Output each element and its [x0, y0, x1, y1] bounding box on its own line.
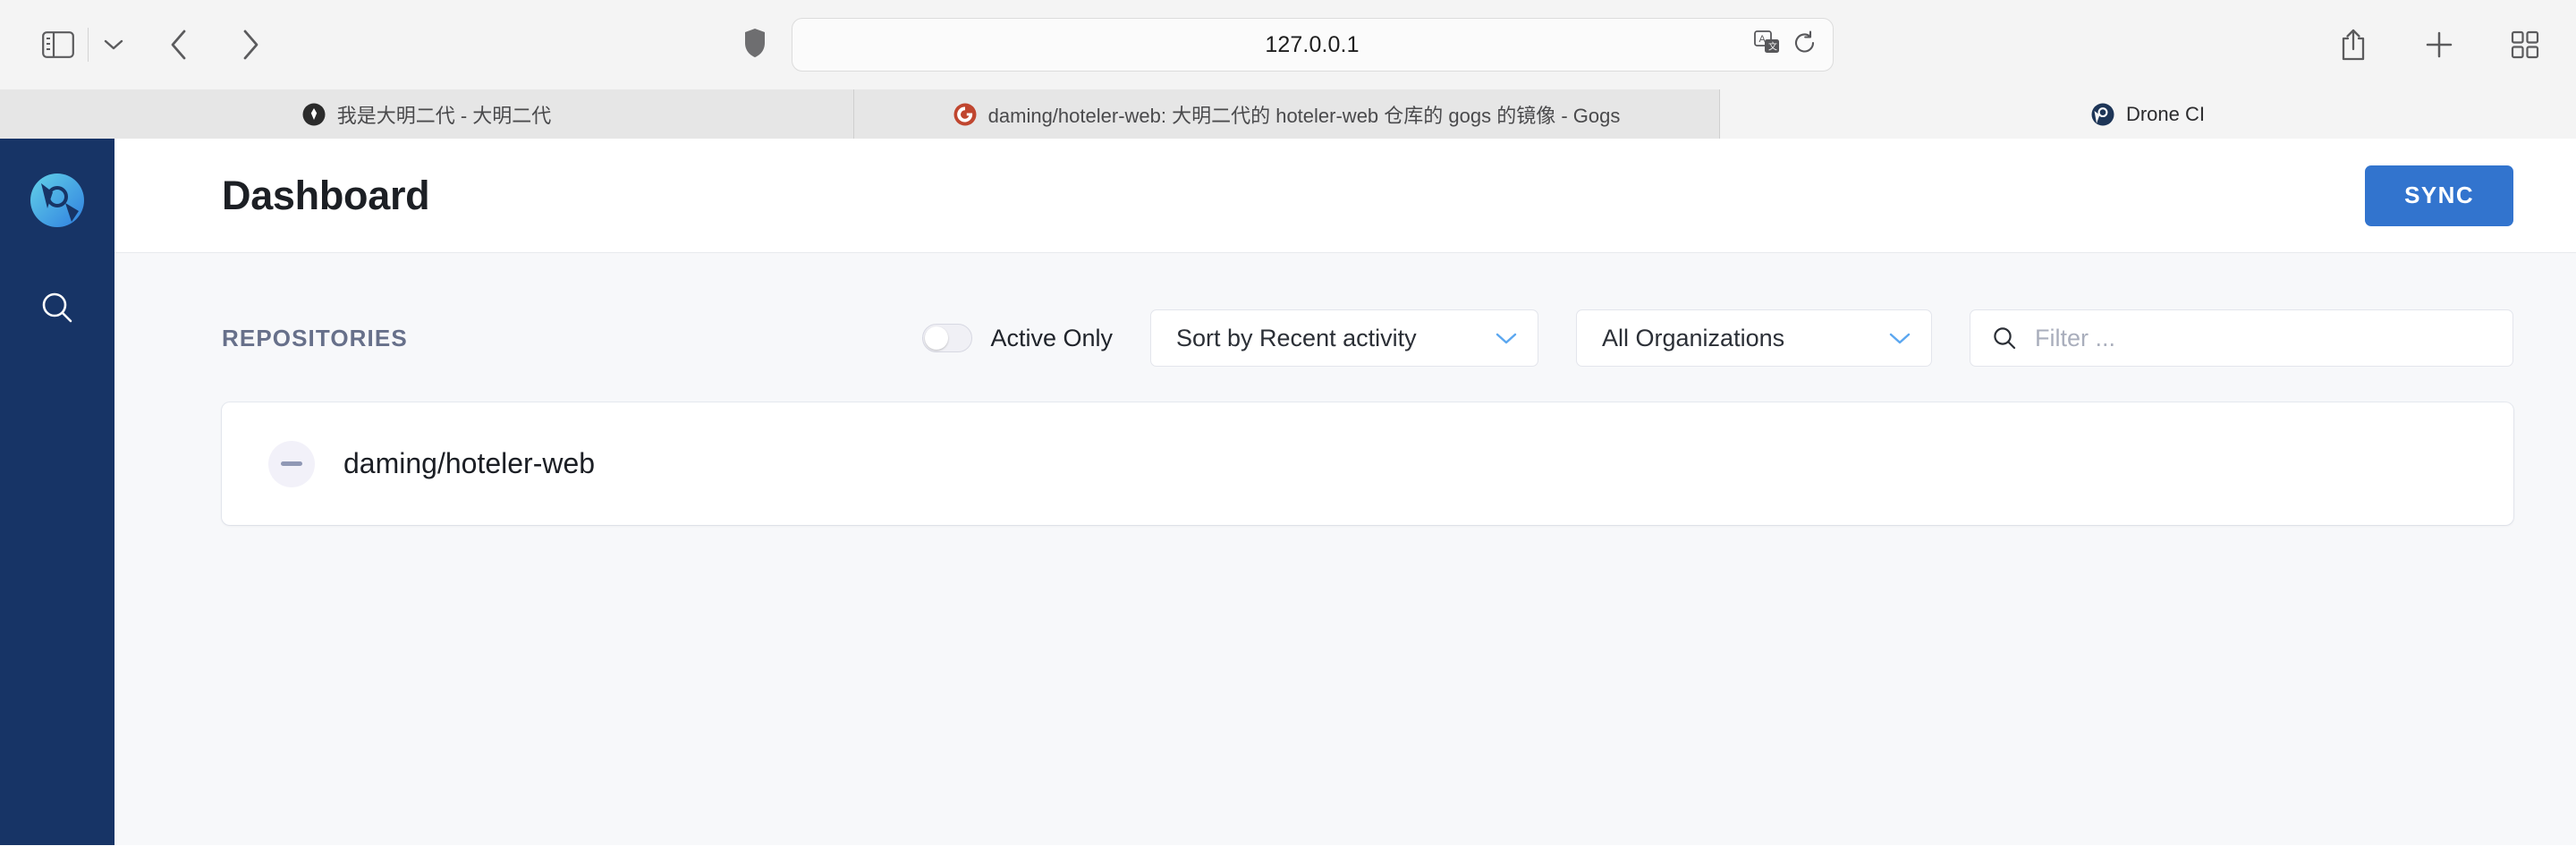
browser-tab-2-title: daming/hoteler-web: 大明二代的 hoteler-web 仓库… [987, 104, 1621, 127]
gogs-favicon-icon [953, 103, 977, 126]
repositories-section-label: REPOSITORIES [222, 324, 408, 351]
forward-button[interactable] [223, 17, 278, 72]
toolbar-divider [88, 28, 89, 62]
navigation-arrows [151, 17, 278, 72]
new-tab-plus-icon[interactable] [2411, 17, 2467, 72]
active-only-label: Active Only [990, 324, 1113, 351]
drone-logo-icon[interactable] [30, 173, 85, 228]
tab-overview-icon[interactable] [2497, 17, 2553, 72]
app-sidebar [0, 139, 114, 845]
svg-text:文: 文 [1768, 40, 1777, 52]
page-title: Dashboard [222, 172, 430, 218]
toolbar-right-group [2326, 17, 2553, 72]
browser-toolbar: 127.0.0.1 A 文 [0, 0, 2576, 89]
chevron-down-icon [1888, 331, 1911, 345]
app-main: Dashboard SYNC REPOSITORIES Active Only … [114, 139, 2576, 845]
address-bar[interactable]: 127.0.0.1 A 文 [791, 18, 1834, 72]
chevron-down-icon [1495, 331, 1518, 345]
search-icon [1992, 326, 2017, 351]
filter-input[interactable] [2035, 324, 2491, 352]
filter-search-box[interactable] [1970, 309, 2513, 367]
browser-tab-3[interactable]: Drone CI [1720, 89, 2576, 139]
back-button[interactable] [151, 17, 207, 72]
reload-icon[interactable] [1793, 30, 1817, 60]
tab-bar: 我是大明二代 - 大明二代 daming/hoteler-web: 大明二代的 … [0, 89, 2576, 139]
filters-controls: Active Only Sort by Recent activity All … [922, 309, 2513, 367]
repository-row[interactable]: daming/hoteler-web [222, 402, 2513, 525]
repository-status-badge [268, 440, 315, 487]
address-url-text: 127.0.0.1 [1265, 31, 1360, 57]
repository-name: daming/hoteler-web [343, 447, 596, 479]
filters-row: REPOSITORIES Active Only Sort by Recent … [222, 307, 2513, 369]
browser-chrome: 127.0.0.1 A 文 我是大明二代 - 大明二代 daming/hotel… [0, 0, 2576, 139]
browser-tab-2[interactable]: daming/hoteler-web: 大明二代的 hoteler-web 仓库… [854, 89, 1720, 139]
organization-dropdown[interactable]: All Organizations [1576, 309, 1932, 367]
browser-tab-1[interactable]: 我是大明二代 - 大明二代 [0, 89, 854, 139]
active-only-toggle[interactable] [922, 324, 973, 352]
app-header: Dashboard SYNC [114, 139, 2576, 253]
toolbar-left-group [30, 17, 278, 72]
sidebar-search-icon[interactable] [30, 280, 85, 335]
dash-icon [281, 461, 302, 466]
organization-dropdown-value: All Organizations [1602, 324, 1785, 351]
content-area: REPOSITORIES Active Only Sort by Recent … [114, 253, 2576, 845]
translate-icon[interactable]: A 文 [1753, 30, 1781, 60]
sort-dropdown[interactable]: Sort by Recent activity [1150, 309, 1538, 367]
shield-icon[interactable] [743, 28, 767, 63]
sort-dropdown-value: Sort by Recent activity [1176, 324, 1417, 351]
drone-favicon-icon [2091, 103, 2114, 126]
browser-tab-3-title: Drone CI [2125, 102, 2206, 125]
sync-button[interactable]: SYNC [2365, 165, 2513, 226]
addressbar-right-icons: A 文 [1753, 30, 1817, 60]
active-only-toggle-group: Active Only [922, 324, 1113, 352]
share-icon[interactable] [2326, 17, 2381, 72]
sidebar-chevron-down-icon[interactable] [94, 17, 133, 72]
dark-circle-favicon-icon [302, 103, 326, 126]
browser-tab-1-title: 我是大明二代 - 大明二代 [336, 104, 552, 127]
addressbar-container: 127.0.0.1 A 文 [0, 18, 2576, 72]
toggle-knob [925, 326, 949, 350]
drone-app: Dashboard SYNC REPOSITORIES Active Only … [0, 139, 2576, 845]
sidebar-toggle-icon[interactable] [30, 17, 86, 72]
